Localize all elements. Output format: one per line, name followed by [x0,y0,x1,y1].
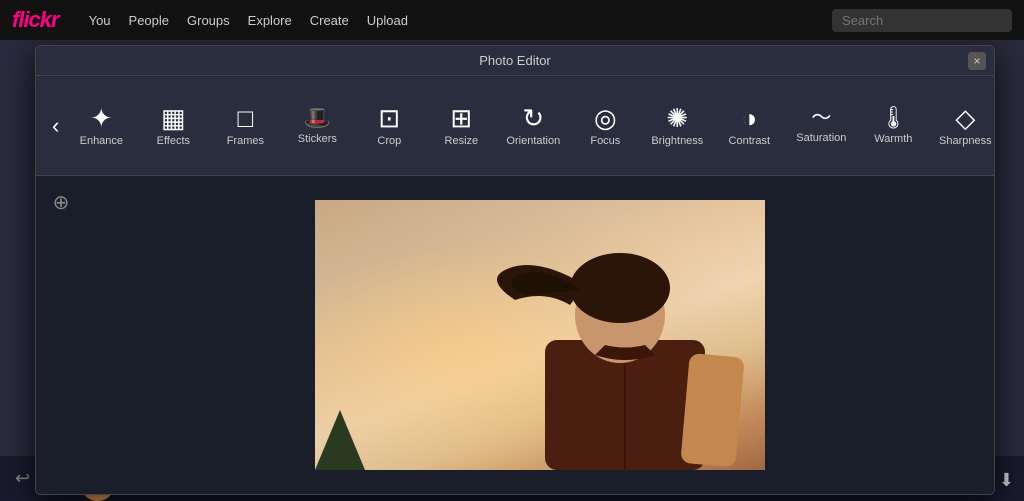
focus-label: Focus [590,135,620,147]
page-background: ↩ ↪ Back mombeams ⬇ Photo Editor × ‹ ✦ E… [0,40,1024,501]
focus-icon: ◎ [594,105,617,131]
toolbar-items: ✦ Enhance ▦ Effects □ Frames 🎩 Stickers … [67,86,995,166]
editor-body: ⊕ [36,176,994,494]
tool-crop[interactable]: ⊡ Crop [355,86,423,166]
orientation-label: Orientation [506,135,560,147]
warmth-icon: 🌡 [879,107,907,129]
nav-groups[interactable]: Groups [187,13,230,28]
zoom-icon[interactable]: ⊕ [53,190,70,215]
brightness-icon: ✺ [666,105,688,131]
orientation-icon: ↻ [522,105,544,131]
toolbar: ‹ ✦ Enhance ▦ Effects □ Frames 🎩 Sticker… [36,76,994,176]
stickers-icon: 🎩 [304,107,331,129]
sharpness-icon: ◇ [955,105,975,131]
tool-contrast[interactable]: ◑ Contrast [715,86,783,166]
tool-enhance[interactable]: ✦ Enhance [67,86,135,166]
tool-stickers[interactable]: 🎩 Stickers [283,86,351,166]
warmth-label: Warmth [874,133,912,145]
nav-explore[interactable]: Explore [248,13,292,28]
download-icon[interactable]: ⬇ [999,470,1014,491]
contrast-label: Contrast [729,135,771,147]
nav-people[interactable]: People [129,13,169,28]
photo-editor-modal: Photo Editor × ‹ ✦ Enhance ▦ Effects □ F… [35,45,995,495]
toolbar-left-arrow[interactable]: ‹ [44,113,67,139]
resize-label: Resize [445,135,479,147]
effects-icon: ▦ [161,105,186,131]
frames-icon: □ [237,105,253,131]
enhance-label: Enhance [80,135,123,147]
tool-frames[interactable]: □ Frames [211,86,279,166]
photo-preview [315,200,765,470]
tool-orientation[interactable]: ↻ Orientation [499,86,567,166]
editor-canvas [86,176,994,494]
tool-saturation[interactable]: 〜 Saturation [787,86,855,166]
crop-icon: ⊡ [378,105,400,131]
topbar: flickr You People Groups Explore Create … [0,0,1024,40]
tool-sharpness[interactable]: ◇ Sharpness [931,86,995,166]
nav-create[interactable]: Create [310,13,349,28]
modal-title: Photo Editor [479,53,551,68]
flickr-logo[interactable]: flickr [12,7,59,33]
tool-focus[interactable]: ◎ Focus [571,86,639,166]
brightness-label: Brightness [651,135,703,147]
resize-icon: ⊞ [450,105,472,131]
search-input[interactable] [832,9,1012,32]
crop-label: Crop [377,135,401,147]
tool-resize[interactable]: ⊞ Resize [427,86,495,166]
saturation-label: Saturation [796,132,846,144]
editor-sidebar: ⊕ [36,176,86,494]
contrast-icon: ◑ [741,105,757,131]
modal-titlebar: Photo Editor × [36,46,994,76]
tool-effects[interactable]: ▦ Effects [139,86,207,166]
tool-warmth[interactable]: 🌡 Warmth [859,86,927,166]
saturation-icon: 〜 [811,108,831,128]
topbar-nav: You People Groups Explore Create Upload [89,13,408,28]
stickers-label: Stickers [298,133,337,145]
enhance-icon: ✦ [90,105,112,131]
person-figure [315,200,765,470]
frames-label: Frames [227,135,264,147]
tool-brightness[interactable]: ✺ Brightness [643,86,711,166]
sharpness-label: Sharpness [939,135,992,147]
effects-label: Effects [157,135,190,147]
nav-upload[interactable]: Upload [367,13,408,28]
nav-you[interactable]: You [89,13,111,28]
modal-close-button[interactable]: × [968,52,986,70]
undo-icon[interactable]: ↩ [15,468,30,489]
